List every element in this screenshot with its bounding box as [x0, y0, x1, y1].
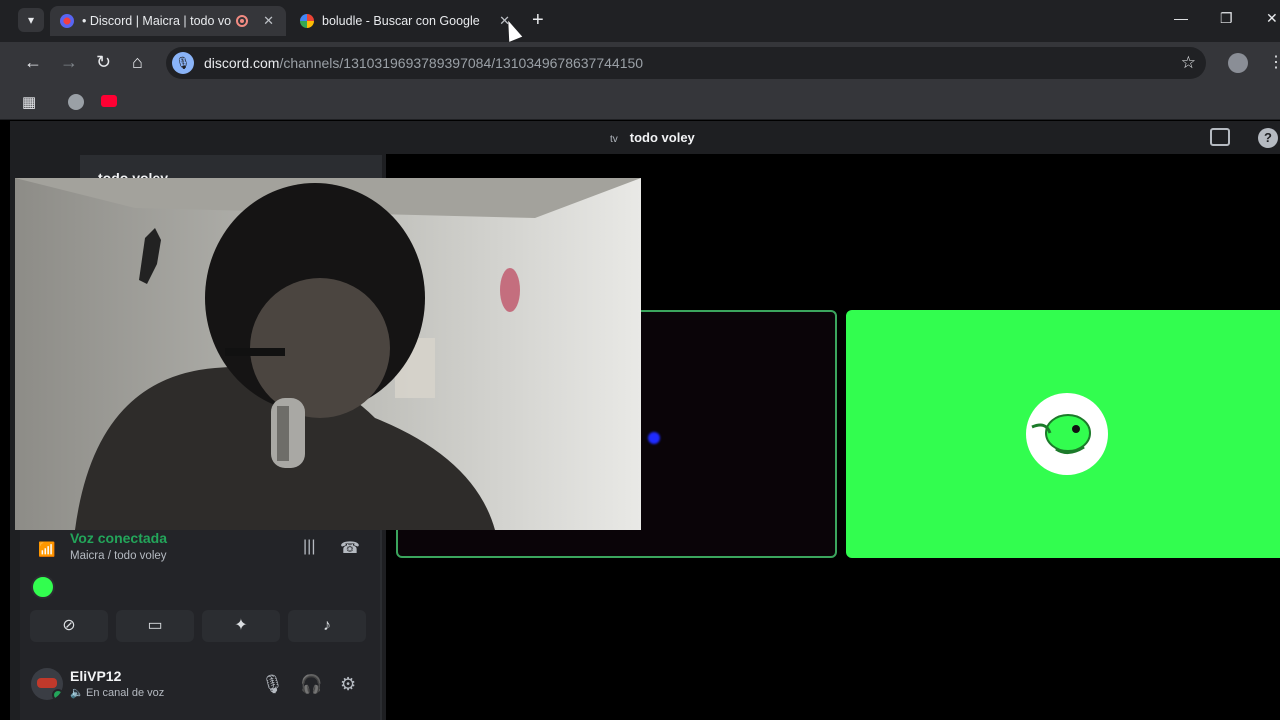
- participant-blur: [648, 432, 660, 444]
- username[interactable]: EliVP12: [70, 668, 121, 684]
- address-bar[interactable]: 🎙 discord.com/channels/13103196937893970…: [166, 47, 1206, 79]
- channel-prefix: tv: [610, 134, 618, 145]
- restore-icon[interactable]: ❐: [1220, 10, 1233, 27]
- activities-button[interactable]: ✦: [202, 610, 280, 642]
- inbox-icon[interactable]: [1210, 128, 1230, 146]
- browser-toolbar: ← → ↻ ⌂ 🎙 discord.com/channels/131031969…: [0, 42, 1280, 84]
- tab-title: boludle - Buscar con Google: [322, 14, 480, 28]
- webcam-preview[interactable]: [15, 178, 641, 530]
- new-tab-button[interactable]: +: [532, 10, 544, 30]
- soundboard-icon: ♪: [323, 617, 331, 634]
- back-icon[interactable]: ←: [24, 52, 42, 72]
- recording-icon: [236, 15, 248, 27]
- tab-list-button[interactable]: ▾: [18, 8, 44, 32]
- tab-discord[interactable]: • Discord | Maicra | todo vo ✕: [50, 6, 286, 36]
- home-icon[interactable]: ⌂: [132, 52, 143, 72]
- microphone-icon[interactable]: 🎙: [261, 674, 284, 695]
- discord-favicon-icon: [60, 14, 74, 28]
- participant-tile[interactable]: [846, 310, 1280, 558]
- soundboard-button[interactable]: ♪: [288, 610, 366, 642]
- headphones-icon[interactable]: 🎧: [300, 674, 322, 695]
- apps-grid-icon[interactable]: ▦: [22, 93, 36, 111]
- bookmarks-bar: ▦: [0, 84, 1280, 120]
- site-info-icon[interactable]: 🎙: [172, 52, 194, 74]
- voice-member-avatar[interactable]: [31, 575, 55, 599]
- user-status: En canal de voz: [86, 687, 165, 699]
- participant-avatar: [1026, 393, 1108, 475]
- reload-icon[interactable]: ↻: [96, 52, 111, 72]
- channel-name: todo voley: [629, 130, 695, 145]
- url-path: /channels/1310319693789397084/1310349678…: [279, 55, 644, 71]
- close-window-icon[interactable]: ✕: [1266, 10, 1278, 27]
- google-favicon-icon: [300, 14, 314, 28]
- tab-title: • Discord | Maicra | todo vo: [82, 14, 232, 28]
- disconnect-icon[interactable]: ☎: [340, 538, 360, 558]
- signal-icon[interactable]: 📶: [38, 541, 55, 558]
- user-avatar[interactable]: [31, 668, 63, 700]
- forward-icon[interactable]: →: [60, 52, 78, 72]
- screen-share-icon: ▭: [147, 617, 163, 634]
- profile-avatar[interactable]: [1228, 53, 1248, 73]
- voice-channel-path[interactable]: Maicra / todo voley: [70, 550, 167, 562]
- speaker-icon: 🔈: [70, 687, 84, 699]
- url-host: discord.com: [204, 55, 280, 71]
- camera-off-icon: ⊘: [62, 617, 76, 634]
- help-icon[interactable]: ?: [1258, 128, 1278, 148]
- youtube-bookmark-icon[interactable]: [101, 95, 117, 107]
- discord-title-bar: tv todo voley ?: [10, 121, 1280, 155]
- menu-dots-icon[interactable]: ⋮: [1268, 52, 1280, 72]
- screen-share-button[interactable]: ▭: [116, 610, 194, 642]
- activities-icon: ✦: [234, 617, 248, 634]
- settings-gear-icon[interactable]: ⚙: [340, 674, 356, 695]
- browser-tab-bar: ▾ • Discord | Maicra | todo vo ✕ boludle…: [0, 0, 1280, 42]
- bookmark-star-icon[interactable]: ☆: [1181, 53, 1196, 73]
- minimize-icon[interactable]: —: [1174, 10, 1188, 26]
- noise-suppression-icon[interactable]: |||: [303, 538, 315, 556]
- camera-toggle-button[interactable]: ⊘: [30, 610, 108, 642]
- globe-bookmark-icon[interactable]: [68, 94, 84, 110]
- tab-google-search[interactable]: boludle - Buscar con Google ✕: [290, 6, 522, 36]
- voice-status[interactable]: Voz conectada: [70, 530, 167, 546]
- url-text[interactable]: discord.com/channels/1310319693789397084…: [204, 55, 643, 71]
- online-status-dot: [52, 689, 63, 700]
- channel-title: tv todo voley: [610, 130, 695, 145]
- close-tab-icon[interactable]: ✕: [263, 6, 274, 36]
